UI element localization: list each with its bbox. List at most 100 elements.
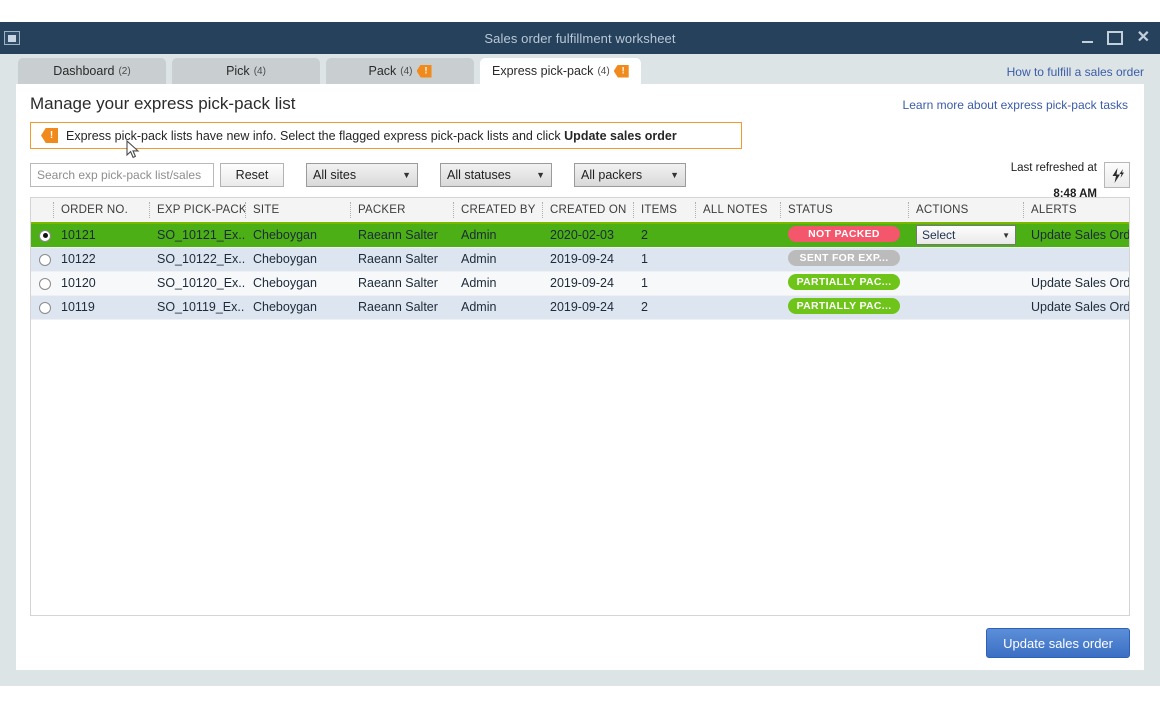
cell-items-text: 1 — [641, 276, 648, 290]
update-sales-order-button[interactable]: Update sales order — [986, 628, 1130, 658]
table-row[interactable]: 10120 SO_10120_Ex... Cheboygan Raeann Salte… — [31, 271, 1129, 296]
window-controls: ✕ — [1082, 29, 1150, 47]
cell-created-on-text: 2019-09-24 — [550, 276, 614, 290]
cell-actions — [908, 247, 1023, 272]
cell-order-no: 10120 — [53, 271, 149, 296]
statuses-filter-label: All statuses — [447, 168, 511, 182]
filter-toolbar: Reset All sites ▼ All statuses ▼ All pac… — [30, 162, 1130, 200]
tab-pack[interactable]: Pack (4) — [326, 58, 474, 84]
cell-created-on-text: 2020-02-03 — [550, 228, 614, 243]
statuses-filter[interactable]: All statuses ▼ — [440, 163, 552, 187]
cell-all-notes — [695, 223, 780, 248]
search-input[interactable] — [30, 163, 214, 187]
column-header-alerts[interactable]: ALERTS — [1023, 198, 1129, 224]
express-pick-pack-table: ORDER NO. EXP PICK-PACK L SITE PACKER CR… — [31, 198, 1130, 320]
cell-created-by: Admin — [453, 295, 542, 320]
cell-order-no-text: 10120 — [61, 276, 96, 290]
chevron-down-icon: ▼ — [402, 170, 411, 180]
column-header-created-on[interactable]: CREATED ON — [542, 198, 633, 224]
cell-site: Cheboygan — [245, 295, 350, 320]
status-badge: PARTIALLY PAC... — [788, 297, 900, 314]
minimize-button[interactable] — [1082, 34, 1093, 43]
row-radio[interactable] — [39, 301, 51, 314]
info-banner: Express pick-pack lists have new info. S… — [30, 122, 742, 149]
cell-order-no-text: 10122 — [61, 252, 96, 266]
cell-actions — [908, 271, 1023, 296]
column-header-site[interactable]: SITE — [245, 198, 350, 224]
alert-link[interactable]: Update Sales Order — [1031, 276, 1129, 290]
alert-link[interactable]: Update Sales Order — [1031, 228, 1130, 243]
tab-dashboard[interactable]: Dashboard (2) — [18, 58, 166, 84]
tab-pick[interactable]: Pick (4) — [172, 58, 320, 84]
refresh-block: Last refreshed at 8:48 AM — [1011, 149, 1130, 201]
column-header-all-notes[interactable]: ALL NOTES — [695, 198, 780, 224]
cell-status: PARTIALLY PAC... — [780, 295, 908, 320]
refresh-lightning-icon[interactable] — [1104, 162, 1130, 188]
cell-packer-text: Raeann Salter — [358, 252, 438, 266]
row-radio[interactable] — [39, 229, 51, 242]
reset-button[interactable]: Reset — [220, 163, 284, 187]
alert-flag-icon — [416, 64, 432, 78]
tab-count: (4) — [597, 65, 610, 77]
row-action-select[interactable]: Select ▼ — [916, 225, 1016, 246]
window-title: Sales order fulfillment worksheet — [484, 30, 676, 46]
last-refreshed-label: Last refreshed at — [1010, 162, 1097, 174]
table-row[interactable]: 10119 SO_10119_Ex... Cheboygan Raeann Salte… — [31, 295, 1129, 320]
cell-site-text: Cheboygan — [253, 276, 317, 290]
how-to-fulfill-link[interactable]: How to fulfill a sales order — [1007, 65, 1144, 79]
data-grid: ORDER NO. EXP PICK-PACK L SITE PACKER CR… — [30, 197, 1130, 616]
cell-created-by: Admin — [453, 223, 542, 248]
cell-actions: Select ▼ — [908, 223, 1023, 248]
maximize-button[interactable] — [1107, 31, 1123, 45]
learn-more-link[interactable]: Learn more about express pick-pack tasks — [903, 98, 1128, 112]
info-banner-message: Express pick-pack lists have new info. S… — [66, 128, 561, 143]
cell-created-by-text: Admin — [461, 300, 497, 314]
cell-site-text: Cheboygan — [253, 300, 317, 314]
column-header-created-by[interactable]: CREATED BY — [453, 198, 542, 224]
cell-items-text: 2 — [641, 300, 648, 314]
cell-site: Cheboygan — [245, 271, 350, 296]
row-radio[interactable] — [39, 253, 51, 266]
alert-label: Update Sales Order — [1031, 228, 1130, 243]
cell-order-no: 10121 — [53, 223, 149, 248]
cell-items-text: 2 — [641, 228, 648, 243]
application-window: Sales order fulfillment worksheet ✕ Dash… — [0, 22, 1160, 686]
cell-status: NOT PACKED — [780, 223, 908, 248]
cell-order-no-text: 10119 — [61, 300, 95, 314]
cell-all-notes — [695, 247, 780, 272]
row-radio[interactable] — [39, 277, 51, 290]
column-header-exp-pick-pack-list[interactable]: EXP PICK-PACK L — [149, 198, 245, 224]
tab-strip: Dashboard (2) Pick (4) Pack (4) Express … — [0, 54, 1160, 84]
cell-items-text: 1 — [641, 252, 648, 266]
cell-exp-pick-pack-list-text: SO_10121_Ex... — [157, 228, 245, 243]
footer-bar: Update sales order — [30, 616, 1130, 670]
table-row[interactable]: 10121 SO_10121_Ex... Cheboygan Raeann Salte… — [31, 223, 1130, 248]
table-row[interactable]: 10122 SO_10122_Ex... Cheboygan Raeann Salte… — [31, 247, 1129, 272]
sites-filter[interactable]: All sites ▼ — [306, 163, 418, 187]
cell-order-no: 10122 — [53, 247, 149, 272]
cell-exp-pick-pack-list: SO_10119_Ex... — [149, 295, 245, 320]
column-header-packer[interactable]: PACKER — [350, 198, 453, 224]
cell-packer: Raeann Salter — [350, 271, 453, 296]
status-badge: PARTIALLY PAC... — [788, 273, 900, 290]
close-button[interactable]: ✕ — [1137, 29, 1150, 46]
row-select-cell — [31, 295, 53, 320]
cell-site-text: Cheboygan — [253, 252, 317, 266]
column-header-status[interactable]: STATUS — [780, 198, 908, 224]
tab-label: Dashboard — [53, 64, 115, 78]
info-banner-action: Update sales order — [564, 128, 677, 143]
cell-exp-pick-pack-list-text: SO_10122_Ex... — [157, 252, 245, 266]
cell-packer-text: Raeann Salter — [358, 276, 438, 290]
packers-filter[interactable]: All packers ▼ — [574, 163, 686, 187]
cell-site: Cheboygan — [245, 223, 350, 248]
chevron-down-icon: ▼ — [670, 170, 679, 180]
column-header-actions[interactable]: ACTIONS — [908, 198, 1023, 224]
tab-express-pick-pack[interactable]: Express pick-pack (4) — [480, 58, 641, 84]
alert-link[interactable]: Update Sales Order — [1031, 300, 1129, 314]
select-column-header — [31, 198, 53, 224]
cell-alerts — [1023, 247, 1129, 272]
cell-actions — [908, 295, 1023, 320]
page-header: Manage your express pick-pack list Learn… — [30, 84, 1130, 114]
column-header-order-no[interactable]: ORDER NO. — [53, 198, 149, 224]
column-header-items[interactable]: ITEMS — [633, 198, 695, 224]
